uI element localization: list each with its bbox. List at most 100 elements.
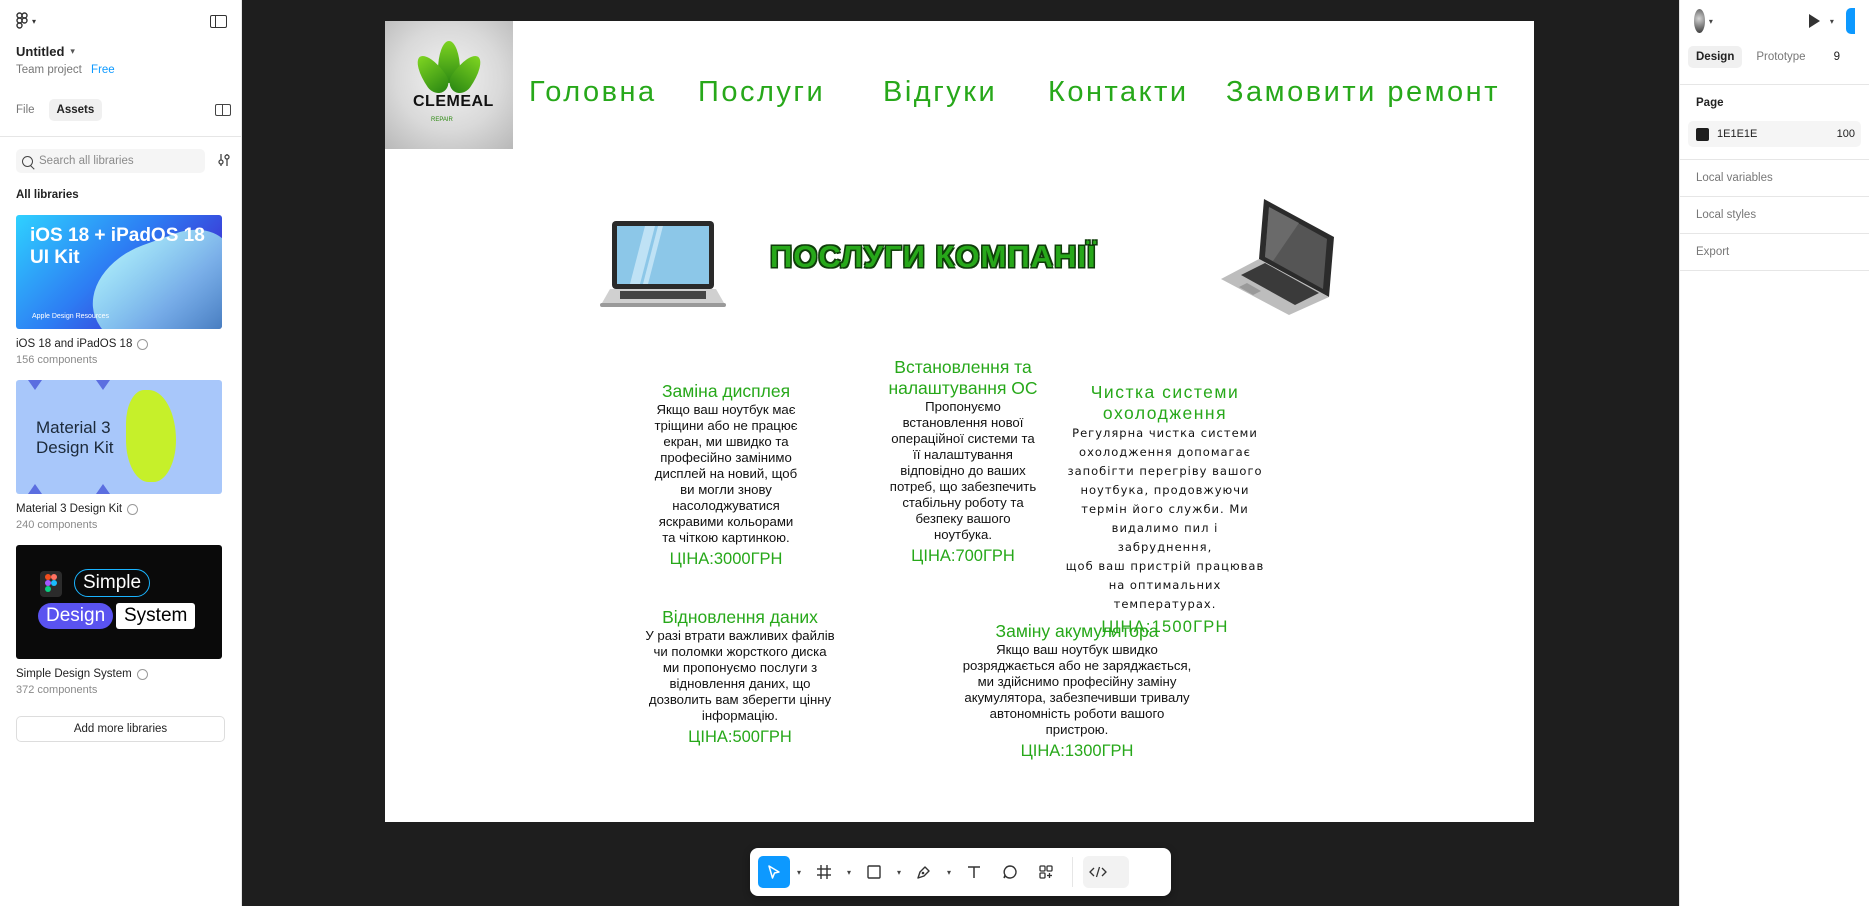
chevron-down-icon[interactable]: ▾: [1709, 17, 1713, 26]
chevron-down-icon: ▾: [70, 46, 75, 56]
service-data-recovery[interactable]: Відновлення даних У разі втрати важливих…: [637, 607, 843, 748]
service-cooling-cleaning[interactable]: Чистка системи охолодження Регулярна чист…: [1065, 382, 1265, 638]
thumb-subtitle: Apple Design Resources: [32, 313, 110, 320]
thumb-word: Simple: [74, 569, 151, 597]
zoom-level[interactable]: 9: [1834, 46, 1840, 68]
library-name: Simple Design System: [16, 668, 225, 680]
main-menu-button[interactable]: ▾: [16, 12, 36, 30]
thumb-word: System: [116, 603, 196, 629]
service-price: ЦІНА:1300ГРН: [1020, 742, 1134, 760]
export-section[interactable]: Export: [1680, 233, 1869, 271]
library-thumbnail: iOS 18 + iPadOS 18 UI Kit Apple Design R…: [16, 215, 222, 329]
team-name: Team project: [16, 64, 82, 76]
actions-icon: [1039, 865, 1053, 879]
play-icon[interactable]: [1808, 14, 1820, 28]
service-description: Регулярна чистка системи охолодження допо…: [1065, 426, 1265, 611]
service-battery-replacement[interactable]: Заміну акумулятора Якщо ваш ноутбук швид…: [952, 621, 1202, 762]
filter-icon[interactable]: [217, 153, 231, 170]
text-icon: [968, 866, 980, 878]
service-display-replacement[interactable]: Заміна дисплея Якщо ваш ноутбук має тріщи…: [633, 381, 819, 570]
tab-file[interactable]: File: [8, 99, 43, 121]
left-topbar: ▾: [0, 0, 241, 42]
nav-order-repair[interactable]: Замовити ремонт: [1226, 76, 1500, 109]
library-card-ios[interactable]: iOS 18 + iPadOS 18 UI Kit Apple Design R…: [0, 215, 241, 366]
chevron-down-icon[interactable]: ▾: [944, 868, 954, 877]
library-card-simple[interactable]: Simple Design System Simple Design Syste…: [0, 545, 241, 696]
page-section: Page: [1680, 84, 1869, 121]
file-name[interactable]: Untitled ▾: [0, 42, 241, 61]
library-name: iOS 18 and iPadOS 18: [16, 338, 225, 350]
right-panel: ▾ ▾ Design Prototype 9 Page 1E1E1E 100 L…: [1679, 0, 1869, 906]
library-count: 240 components: [16, 519, 98, 531]
design-frame[interactable]: CLEMEAL REPAIR Головна Послуги Відгуки К…: [385, 21, 1534, 822]
service-description: Якщо ваш ноутбук швидко розряджається або…: [962, 642, 1192, 737]
laptop-right-image: [1221, 199, 1334, 315]
service-description: Якщо ваш ноутбук має тріщини або не працю…: [654, 402, 798, 545]
left-sidebar: ▾ Untitled ▾ Team project Free File Asse…: [0, 0, 242, 906]
text-tool-button[interactable]: [958, 856, 990, 888]
panel-layout-icon[interactable]: [210, 14, 227, 28]
actions-tool-button[interactable]: [1030, 856, 1062, 888]
tab-prototype[interactable]: Prototype: [1748, 46, 1813, 68]
search-input[interactable]: [39, 155, 199, 167]
logo-sub-text: REPAIR: [431, 117, 453, 123]
page-opacity-value[interactable]: 100: [1837, 128, 1855, 140]
local-variables-section[interactable]: Local variables: [1680, 159, 1869, 196]
service-os-install[interactable]: Встановлення та налаштування ОС Пропонуєм…: [863, 357, 1063, 567]
library-search[interactable]: [16, 149, 205, 173]
right-tabs: Design Prototype 9: [1680, 42, 1869, 72]
nav-services[interactable]: Послуги: [698, 76, 825, 109]
move-tool-button[interactable]: [758, 856, 790, 888]
left-tabs: File Assets: [0, 96, 241, 124]
triangle-shape: [96, 380, 110, 390]
all-libraries-label: All libraries: [16, 189, 79, 201]
code-icon: [1089, 866, 1107, 878]
nav-reviews[interactable]: Відгуки: [883, 76, 997, 109]
pen-tool-button[interactable]: [908, 856, 940, 888]
comment-tool-button[interactable]: [994, 856, 1026, 888]
page-color-value[interactable]: 1E1E1E: [1717, 128, 1757, 140]
file-name-text: Untitled: [16, 44, 65, 59]
team-info: Team project Free: [0, 61, 241, 76]
chevron-down-icon[interactable]: ▾: [894, 868, 904, 877]
thumb-word: Design: [38, 603, 114, 629]
tab-assets[interactable]: Assets: [48, 99, 103, 121]
thumb-title: iOS 18 + iPadOS 18 UI Kit: [30, 225, 205, 268]
local-styles-section[interactable]: Local styles: [1680, 196, 1869, 233]
chevron-down-icon: ▾: [32, 16, 37, 26]
chevron-down-icon[interactable]: ▾: [794, 868, 804, 877]
color-swatch[interactable]: [1696, 127, 1709, 141]
chevron-down-icon[interactable]: ▾: [844, 868, 854, 877]
nav-contacts[interactable]: Контакти: [1048, 76, 1189, 109]
avatar[interactable]: [1694, 9, 1705, 33]
nav-home[interactable]: Головна: [529, 76, 657, 109]
globe-icon: [136, 668, 148, 680]
plan-badge[interactable]: Free: [91, 64, 115, 76]
service-title: Відновлення даних: [662, 607, 818, 627]
search-icon: [22, 155, 33, 167]
service-price: ЦІНА:700ГРН: [911, 547, 1015, 565]
figma-logo-icon: [40, 571, 62, 597]
library-count: 372 components: [16, 684, 98, 696]
hero-title[interactable]: ПОСЛУГИ КОМПАНІЇ: [770, 239, 1097, 275]
chevron-down-icon[interactable]: ▾: [1830, 17, 1834, 26]
library-thumbnail: Simple Design System: [16, 545, 222, 659]
dev-mode-toggle[interactable]: [1083, 856, 1129, 888]
page-fill-row[interactable]: 1E1E1E 100: [1688, 121, 1861, 147]
library-card-material[interactable]: Material 3 Design Kit Material 3 Design …: [0, 380, 241, 531]
frame-tool-button[interactable]: [808, 856, 840, 888]
triangle-shape: [96, 484, 110, 494]
triangle-shape: [28, 380, 42, 390]
service-title: Встановлення та налаштування ОС: [888, 357, 1038, 398]
service-description: Пропонуємо встановлення нової операційної …: [889, 399, 1037, 542]
service-price: ЦІНА:500ГРН: [688, 728, 792, 746]
add-more-libraries-button[interactable]: Add more libraries: [16, 716, 225, 742]
share-button[interactable]: [1845, 8, 1855, 34]
library-book-icon[interactable]: [215, 104, 231, 116]
frame-icon: [817, 865, 831, 879]
rectangle-tool-button[interactable]: [858, 856, 890, 888]
pen-icon: [917, 866, 930, 879]
service-description: У разі втрати важливих файлів чи поломки …: [645, 628, 835, 723]
site-logo[interactable]: CLEMEAL REPAIR: [385, 21, 513, 149]
tab-design[interactable]: Design: [1688, 46, 1743, 68]
